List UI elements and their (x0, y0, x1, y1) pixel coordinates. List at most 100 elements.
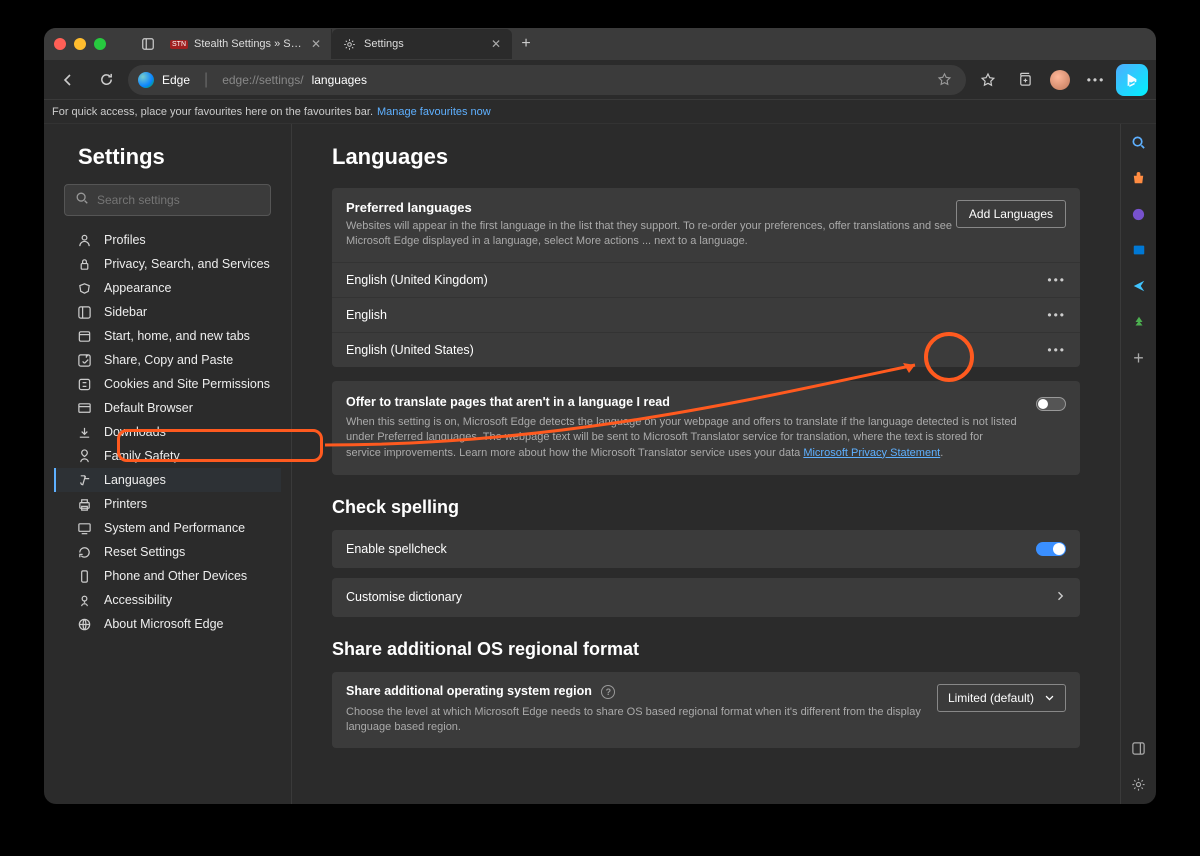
nav-icon (76, 449, 92, 464)
sidebar-item-label: System and Performance (104, 521, 245, 535)
nav-icon (76, 353, 92, 368)
tab-inactive[interactable]: STN Stealth Settings » Source of IT ✕ (162, 29, 332, 59)
tab-actions-icon[interactable] (134, 30, 162, 58)
customise-dictionary-label: Customise dictionary (346, 590, 462, 604)
more-actions-icon[interactable]: ••• (1047, 308, 1066, 322)
bing-chat-button[interactable] (1116, 64, 1148, 96)
tree-icon[interactable] (1129, 312, 1149, 332)
main-content: Languages Preferred languages Websites w… (292, 124, 1120, 804)
send-icon[interactable] (1129, 276, 1149, 296)
tab-label: Stealth Settings » Source of IT (194, 38, 303, 50)
favorite-star-icon[interactable] (932, 64, 956, 96)
maximize-window[interactable] (94, 38, 106, 50)
sidebar-item-label: Downloads (104, 425, 166, 439)
nav-icon (76, 233, 92, 248)
page-title: Languages (332, 144, 1080, 170)
sidebar-item-label: Family Safety (104, 449, 180, 463)
sidebar-item-label: Share, Copy and Paste (104, 353, 233, 367)
sidebar-item-start-home-and-new-tabs[interactable]: Start, home, and new tabs (54, 324, 281, 348)
close-icon[interactable]: ✕ (491, 37, 501, 51)
sidebar-item-label: Languages (104, 473, 166, 487)
add-languages-button[interactable]: Add Languages (956, 200, 1066, 228)
chevron-down-icon (1044, 692, 1055, 703)
sidebar-item-label: Phone and Other Devices (104, 569, 247, 583)
sidebar-item-label: About Microsoft Edge (104, 617, 224, 631)
nav-icon (76, 425, 92, 440)
regional-select[interactable]: Limited (default) (937, 684, 1066, 712)
sidebar-item-phone-and-other-devices[interactable]: Phone and Other Devices (54, 564, 281, 588)
nav-icon (76, 401, 92, 416)
search-sidebar-icon[interactable] (1129, 132, 1149, 152)
nav-icon (76, 569, 92, 584)
more-actions-icon[interactable]: ••• (1047, 343, 1066, 357)
favorites-icon[interactable] (972, 64, 1004, 96)
sidebar-panel-icon[interactable] (1129, 738, 1149, 758)
address-url: languages (312, 73, 367, 87)
info-icon[interactable]: ? (601, 685, 615, 699)
sidebar-item-family-safety[interactable]: Family Safety (54, 444, 281, 468)
sidebar-item-sidebar[interactable]: Sidebar (54, 300, 281, 324)
minimize-window[interactable] (74, 38, 86, 50)
sidebar-item-about-microsoft-edge[interactable]: About Microsoft Edge (54, 612, 281, 636)
edge-logo-icon (138, 72, 154, 88)
sidebar-item-cookies-and-site-permissions[interactable]: Cookies and Site Permissions (54, 372, 281, 396)
tab-active[interactable]: Settings ✕ (332, 29, 512, 59)
new-tab-button[interactable]: + (512, 35, 540, 53)
sidebar-settings-icon[interactable] (1129, 774, 1149, 794)
back-button[interactable] (52, 64, 84, 96)
nav-icon (76, 305, 92, 320)
manage-favourites-link[interactable]: Manage favourites now (377, 106, 491, 118)
sidebar-item-label: Profiles (104, 233, 146, 247)
sidebar-item-profiles[interactable]: Profiles (54, 228, 281, 252)
add-sidebar-icon[interactable]: + (1129, 348, 1149, 368)
nav-icon (76, 521, 92, 536)
office-icon[interactable] (1129, 204, 1149, 224)
preferred-title: Preferred languages (346, 200, 956, 215)
sidebar-item-label: Cookies and Site Permissions (104, 377, 270, 391)
nav-icon (76, 545, 92, 560)
favourites-bar: For quick access, place your favourites … (44, 100, 1156, 124)
toolbar: Edge | edge://settings/languages ••• (44, 60, 1156, 100)
sidebar-item-system-and-performance[interactable]: System and Performance (54, 516, 281, 540)
shopping-icon[interactable] (1129, 168, 1149, 188)
more-actions-icon[interactable]: ••• (1047, 273, 1066, 287)
profile-avatar[interactable] (1044, 64, 1076, 96)
preferred-desc: Websites will appear in the first langua… (346, 219, 956, 250)
sidebar-item-default-browser[interactable]: Default Browser (54, 396, 281, 420)
sidebar-item-accessibility[interactable]: Accessibility (54, 588, 281, 612)
nav-icon (76, 593, 92, 608)
translate-toggle[interactable] (1036, 397, 1066, 411)
chevron-right-icon (1054, 590, 1066, 605)
privacy-statement-link[interactable]: Microsoft Privacy Statement (803, 447, 940, 459)
language-label: English (United States) (346, 343, 474, 357)
sidebar-item-share-copy-and-paste[interactable]: Share, Copy and Paste (54, 348, 281, 372)
sidebar-item-languages[interactable]: Languages (54, 468, 281, 492)
sidebar-item-downloads[interactable]: Downloads (54, 420, 281, 444)
reload-button[interactable] (90, 64, 122, 96)
titlebar: STN Stealth Settings » Source of IT ✕ Se… (44, 28, 1156, 60)
favicon-stn: STN (170, 40, 188, 49)
sidebar-item-printers[interactable]: Printers (54, 492, 281, 516)
sidebar-item-appearance[interactable]: Appearance (54, 276, 281, 300)
address-bar[interactable]: Edge | edge://settings/languages (128, 65, 966, 95)
enable-spellcheck-row: Enable spellcheck (332, 530, 1080, 568)
translate-panel: Offer to translate pages that aren't in … (332, 381, 1080, 475)
address-prefix: Edge (162, 73, 190, 87)
search-input[interactable] (97, 193, 260, 207)
favbar-text: For quick access, place your favourites … (52, 106, 373, 118)
customise-dictionary-row[interactable]: Customise dictionary (332, 578, 1080, 617)
window-controls (54, 38, 106, 50)
sidebar-item-reset-settings[interactable]: Reset Settings (54, 540, 281, 564)
nav-icon (76, 497, 92, 512)
more-menu-icon[interactable]: ••• (1080, 64, 1112, 96)
outlook-icon[interactable] (1129, 240, 1149, 260)
collections-icon[interactable] (1008, 64, 1040, 96)
close-window[interactable] (54, 38, 66, 50)
sidebar-item-privacy-search-and-services[interactable]: Privacy, Search, and Services (54, 252, 281, 276)
close-icon[interactable]: ✕ (311, 37, 321, 51)
search-settings[interactable] (64, 184, 271, 216)
sidebar-item-label: Start, home, and new tabs (104, 329, 250, 343)
sidebar-item-label: Default Browser (104, 401, 193, 415)
spellcheck-toggle[interactable] (1036, 542, 1066, 556)
regional-panel: Share additional operating system region… (332, 672, 1080, 748)
